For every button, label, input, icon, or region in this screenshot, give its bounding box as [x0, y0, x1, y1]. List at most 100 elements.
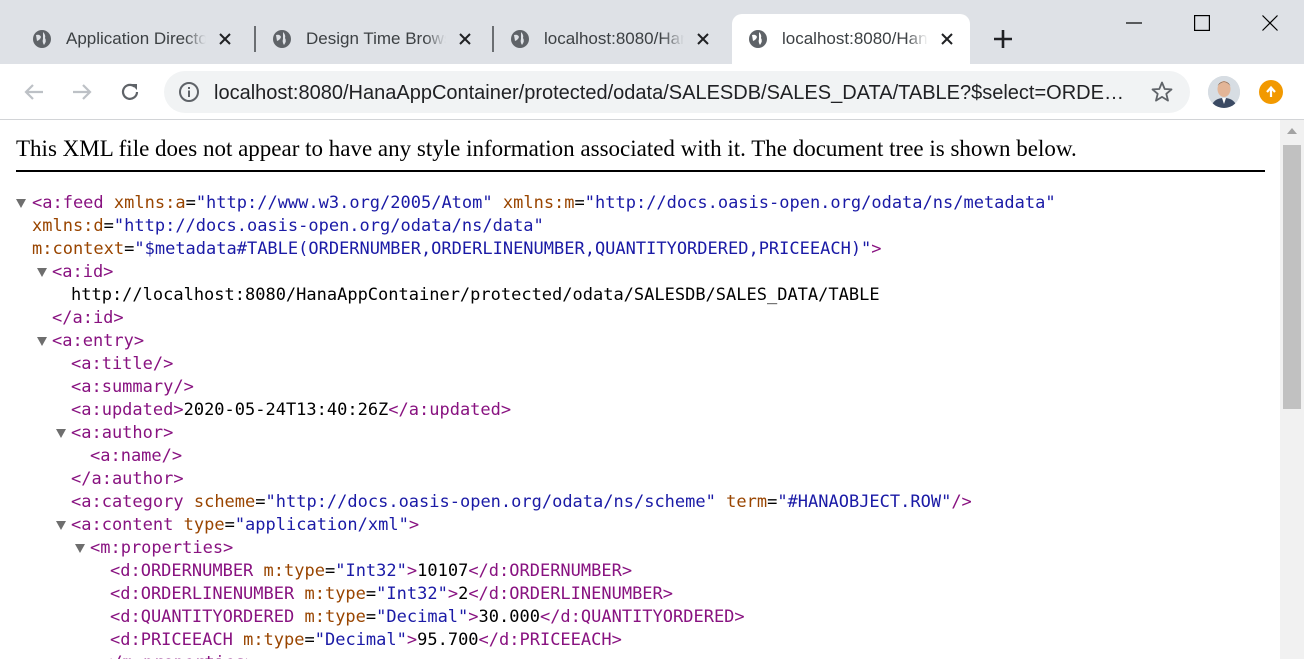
close-icon[interactable] — [692, 28, 714, 50]
xml-style-notice: This XML file does not appear to have an… — [16, 136, 1077, 161]
browser-toolbar: localhost:8080/HanaAppContainer/protecte… — [0, 64, 1304, 120]
xml-token-attr: m:type — [243, 630, 305, 650]
xml-line: <m:properties> — [90, 537, 233, 560]
tab-application-directory[interactable]: Application Directory — [16, 14, 248, 64]
xml-token-txt: = — [103, 216, 114, 236]
xml-token-tag: <a:category — [71, 492, 184, 512]
xml-token-tag: </a:author> — [71, 469, 184, 489]
xml-token-txt: 10107 — [417, 561, 469, 581]
close-icon[interactable] — [454, 28, 476, 50]
xml-token-txt — [253, 561, 263, 581]
tab-design-time-browser[interactable]: Design Time Browser — [256, 14, 488, 64]
tab-strip: Application Directory Design Time Browse… — [0, 0, 1304, 64]
xml-token-txt: 95.700 — [417, 630, 479, 650]
globe-icon — [511, 30, 529, 48]
xml-line: <a:feed xmlns:a="http://www.w3.org/2005/… — [32, 192, 1056, 215]
xml-token-tag: </m:properties> — [102, 653, 256, 659]
vertical-scrollbar[interactable] — [1280, 120, 1304, 659]
xml-line: <a:id> — [52, 261, 113, 284]
xml-token-attr: scheme — [193, 492, 256, 512]
xml-token-tag: <a:id> — [52, 262, 114, 282]
xml-token-txt — [104, 193, 114, 213]
reload-icon[interactable] — [114, 76, 146, 108]
xml-line: m:context="$metadata#TABLE(ORDERNUMBER,O… — [32, 238, 882, 261]
xml-token-attr: m:type — [304, 607, 366, 627]
xml-token-tag: </d:PRICEEACH> — [478, 630, 622, 650]
maximize-icon[interactable] — [1168, 0, 1236, 46]
xml-token-tag: <d:ORDERNUMBER — [110, 561, 254, 581]
xml-token-tag: > — [447, 584, 459, 604]
close-icon[interactable] — [936, 28, 958, 50]
xml-token-txt — [716, 492, 726, 512]
xml-line: <d:ORDERLINENUMBER m:type="Int32">2</d:O… — [110, 583, 673, 606]
avatar[interactable] — [1208, 76, 1240, 108]
address-bar[interactable]: localhost:8080/HanaAppContainer/protecte… — [164, 71, 1190, 113]
scroll-up-arrow-icon[interactable] — [1280, 120, 1304, 142]
collapse-toggle-icon[interactable] — [37, 268, 47, 277]
collapse-toggle-icon[interactable] — [56, 429, 66, 438]
collapse-toggle-icon[interactable] — [37, 337, 47, 346]
xml-token-txt: = — [365, 584, 377, 604]
xml-token-val: "Int32" — [335, 561, 407, 581]
collapse-toggle-icon[interactable] — [56, 521, 66, 530]
close-window-icon[interactable] — [1236, 0, 1304, 46]
xml-token-tag: > — [406, 561, 418, 581]
xml-line: </m:properties> — [102, 652, 256, 659]
xml-token-val: "http://docs.oasis-open.org/odata/ns/met… — [584, 193, 1056, 213]
tab-localhost-1[interactable]: localhost:8080/HanaAppContainer — [494, 14, 726, 64]
xml-token-val: "#HANAOBJECT.ROW" — [777, 492, 952, 512]
xml-token-txt: = — [574, 193, 585, 213]
xml-token-val: "Decimal" — [314, 630, 407, 650]
back-arrow-icon[interactable] — [18, 76, 50, 108]
xml-line: <a:entry> — [52, 330, 144, 353]
xml-token-tag: <a:name/> — [90, 446, 183, 466]
xml-token-val: "http://docs.oasis-open.org/odata/ns/dat… — [113, 216, 544, 236]
xml-token-tag: </a:updated> — [388, 400, 512, 420]
xml-token-txt: 2020-05-24T13:40:26Z — [183, 400, 389, 420]
collapse-toggle-icon[interactable] — [16, 199, 26, 208]
plus-icon[interactable] — [988, 24, 1018, 54]
forward-arrow-icon[interactable] — [66, 76, 98, 108]
xml-token-tag: /> — [951, 492, 972, 512]
xml-token-txt — [294, 584, 304, 604]
xml-line: <d:PRICEEACH m:type="Decimal">95.700</d:… — [110, 629, 622, 652]
xml-line: xmlns:d="http://docs.oasis-open.org/odat… — [32, 215, 544, 238]
xml-line: </a:id> — [52, 307, 124, 330]
xml-token-attr: m:type — [263, 561, 325, 581]
xml-token-tag: <a:updated> — [71, 400, 184, 420]
xml-token-tag: </a:id> — [52, 308, 124, 328]
xml-token-txt — [184, 492, 194, 512]
xml-token-tag: <a:summary/> — [71, 377, 194, 397]
info-icon[interactable] — [178, 81, 200, 103]
xml-line: </a:author> — [71, 468, 184, 491]
xml-token-txt: = — [224, 515, 235, 535]
xml-token-tag: > — [468, 607, 479, 627]
xml-token-attr: m:context — [32, 239, 125, 259]
close-icon[interactable] — [214, 28, 236, 50]
xml-token-attr: type — [183, 515, 225, 535]
xml-line: <a:summary/> — [71, 376, 194, 399]
star-icon[interactable] — [1150, 80, 1174, 104]
xml-token-tag: <d:PRICEEACH — [110, 630, 233, 650]
minimize-icon[interactable] — [1100, 0, 1168, 46]
xml-token-txt: = — [365, 607, 377, 627]
xml-line: <d:ORDERNUMBER m:type="Int32">10107</d:O… — [110, 560, 632, 583]
xml-token-txt: 30.000 — [478, 607, 540, 627]
xml-token-txt — [493, 193, 503, 213]
scrollbar-thumb[interactable] — [1283, 145, 1301, 409]
xml-token-val: "$metadata#TABLE(ORDERNUMBER,ORDERLINENU… — [134, 239, 872, 259]
collapse-toggle-icon[interactable] — [75, 544, 85, 553]
update-arrow-icon[interactable] — [1259, 80, 1283, 104]
tab-title: localhost:8080/HanaAppContainer — [544, 29, 684, 48]
xml-token-val: "Decimal" — [376, 607, 469, 627]
tab-localhost-active[interactable]: localhost:8080/HanaAppContainer — [732, 14, 970, 64]
xml-token-tag: </d:ORDERLINENUMBER> — [468, 584, 674, 604]
url-text[interactable]: localhost:8080/HanaAppContainer/protecte… — [214, 81, 1134, 105]
xml-token-attr: xmlns:d — [32, 216, 104, 236]
xml-line: <a:author> — [71, 422, 173, 445]
xml-token-txt: = — [255, 492, 266, 512]
xml-token-txt: http://localhost:8080/HanaAppContainer/p… — [71, 285, 880, 305]
xml-token-val: "http://www.w3.org/2005/Atom" — [195, 193, 493, 213]
xml-token-tag: <a:title/> — [71, 354, 174, 374]
xml-token-txt — [294, 607, 304, 627]
